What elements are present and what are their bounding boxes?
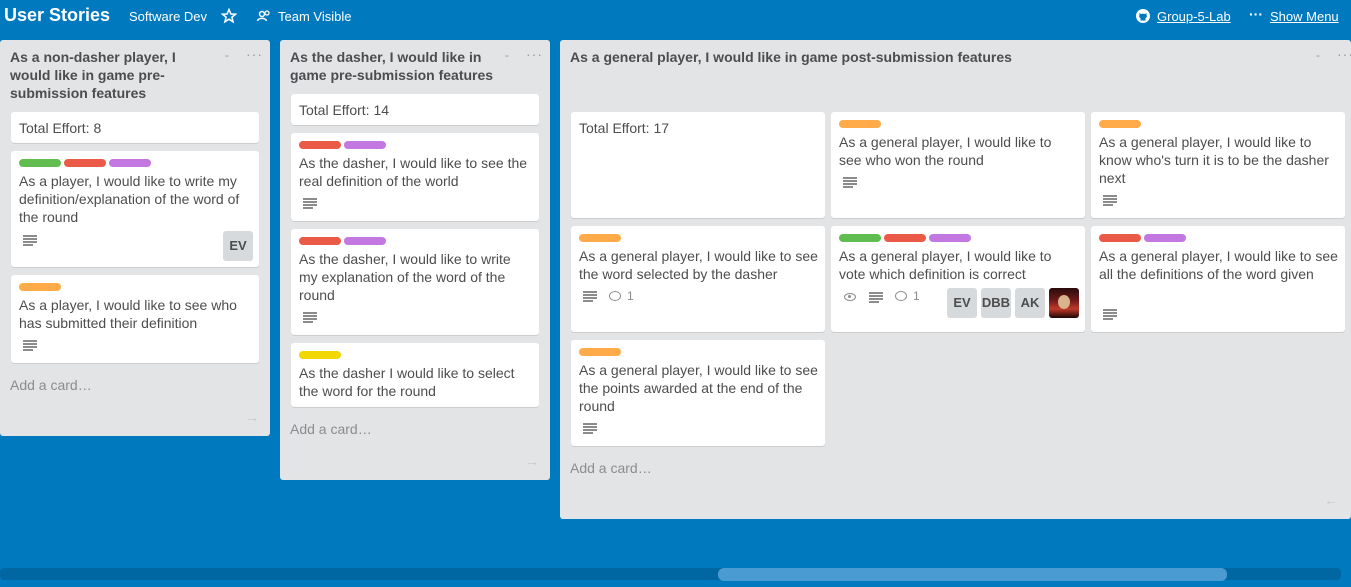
card-story[interactable]: As the dasher, I would like to see the r… [291, 133, 539, 221]
github-icon [1136, 9, 1150, 23]
comment-count: 1 [913, 289, 920, 303]
comment-icon [895, 291, 907, 301]
card-text: Total Effort: 14 [299, 102, 390, 118]
label-orange [1099, 120, 1141, 128]
avatar-photo[interactable] [1049, 288, 1079, 318]
label-purple [929, 234, 971, 242]
arrow-left-icon: ← [1324, 492, 1338, 508]
description-icon [869, 292, 883, 303]
label-orange [19, 283, 61, 291]
list-menu-icon[interactable]: ··· [1337, 46, 1351, 62]
card-text: As a general player, I would like to see… [839, 134, 1052, 168]
comment-icon [609, 291, 621, 301]
add-card-link[interactable]: Add a card… [570, 460, 652, 476]
card-text: Total Effort: 17 [579, 120, 670, 136]
description-icon [583, 423, 597, 434]
list-menu-icon[interactable]: ··· [526, 46, 543, 62]
list-title[interactable]: As the dasher, I would like in game pre-… [290, 48, 505, 84]
label-orange [579, 348, 621, 356]
label-red [64, 159, 106, 167]
avatar[interactable]: AK [1015, 288, 1045, 318]
list-non-dasher: As a non-dasher player, I would like in … [0, 40, 270, 436]
card-text: As a general player, I would like to vot… [839, 248, 1052, 282]
collapse-icon[interactable]: - [1316, 48, 1320, 62]
org-name[interactable]: Software Dev [129, 9, 207, 24]
label-purple [109, 159, 151, 167]
label-red [1099, 234, 1141, 242]
description-icon [303, 312, 317, 323]
github-link[interactable]: Group-5-Lab [1157, 9, 1231, 24]
arrow-right-icon: → [525, 453, 539, 469]
label-red [884, 234, 926, 242]
label-red [299, 141, 341, 149]
card-text: As the dasher I would like to select the… [299, 365, 515, 399]
list-title[interactable]: As a general player, I would like in gam… [570, 48, 1270, 66]
card-story[interactable]: As a general player, I would like to kno… [1091, 112, 1345, 218]
description-icon [583, 291, 597, 302]
description-icon [23, 340, 37, 351]
card-total-effort[interactable]: Total Effort: 17 [571, 112, 825, 218]
card-story[interactable]: As the dasher I would like to select the… [291, 343, 539, 407]
label-purple [344, 141, 386, 149]
card-text: Total Effort: 8 [19, 120, 102, 136]
board-header: User Stories Software Dev Team Visible G… [0, 0, 1351, 32]
card-text: As a general player, I would like to see… [579, 362, 818, 414]
description-icon [23, 235, 37, 246]
card-story[interactable]: As the dasher, I would like to write my … [291, 229, 539, 335]
arrow-right-icon: → [245, 409, 259, 425]
label-purple [1144, 234, 1186, 242]
card-story[interactable]: As a general player, I would like to see… [571, 340, 825, 446]
card-story[interactable]: As a general player, I would like to vot… [831, 226, 1085, 332]
card-text: As a general player, I would like to see… [579, 248, 818, 282]
card-total-effort[interactable]: Total Effort: 14 [291, 94, 539, 125]
team-icon [256, 10, 270, 22]
card-total-effort[interactable]: Total Effort: 8 [11, 112, 259, 143]
avatar[interactable]: EV [223, 231, 253, 261]
card-text: As a player, I would like to write my de… [19, 173, 240, 225]
board-title[interactable]: User Stories [4, 5, 110, 26]
label-orange [579, 234, 621, 242]
label-green [839, 234, 881, 242]
star-icon[interactable] [221, 8, 237, 24]
card-text: As the dasher, I would like to see the r… [299, 155, 528, 189]
list-menu-icon[interactable]: ··· [246, 46, 263, 62]
card-text: As the dasher, I would like to write my … [299, 251, 511, 303]
description-icon [843, 177, 857, 188]
list-dasher: As the dasher, I would like in game pre-… [280, 40, 550, 480]
horizontal-scrollbar-thumb[interactable] [718, 568, 1227, 581]
collapse-icon[interactable]: - [505, 48, 509, 62]
add-card-link[interactable]: Add a card… [10, 377, 92, 393]
card-text: As a player, I would like to see who has… [19, 297, 237, 331]
watch-icon [844, 293, 856, 301]
comment-count: 1 [627, 289, 634, 303]
list-title[interactable]: As a non-dasher player, I would like in … [10, 48, 210, 102]
more-icon: ··· [1249, 6, 1263, 22]
collapse-icon[interactable]: - [225, 48, 229, 62]
card-story[interactable]: As a general player, I would like to see… [1091, 226, 1345, 332]
card-text: As a general player, I would like to kno… [1099, 134, 1329, 186]
description-icon [1103, 195, 1117, 206]
list-general: As a general player, I would like in gam… [560, 40, 1351, 519]
card-text: As a general player, I would like to see… [1099, 248, 1338, 282]
card-story[interactable]: As a player, I would like to see who has… [11, 275, 259, 363]
label-red [299, 237, 341, 245]
avatar[interactable]: DBB [981, 288, 1011, 318]
card-story[interactable]: As a general player, I would like to see… [831, 112, 1085, 218]
card-story[interactable]: As a player, I would like to write my de… [11, 151, 259, 267]
label-purple [344, 237, 386, 245]
visibility-button[interactable]: Team Visible [278, 9, 351, 24]
add-card-link[interactable]: Add a card… [290, 421, 372, 437]
label-green [19, 159, 61, 167]
label-orange [839, 120, 881, 128]
show-menu-button[interactable]: Show Menu [1270, 9, 1339, 24]
label-yellow [299, 351, 341, 359]
description-icon [1103, 309, 1117, 320]
avatar[interactable]: EV [947, 288, 977, 318]
description-icon [303, 198, 317, 209]
card-story[interactable]: As a general player, I would like to see… [571, 226, 825, 332]
